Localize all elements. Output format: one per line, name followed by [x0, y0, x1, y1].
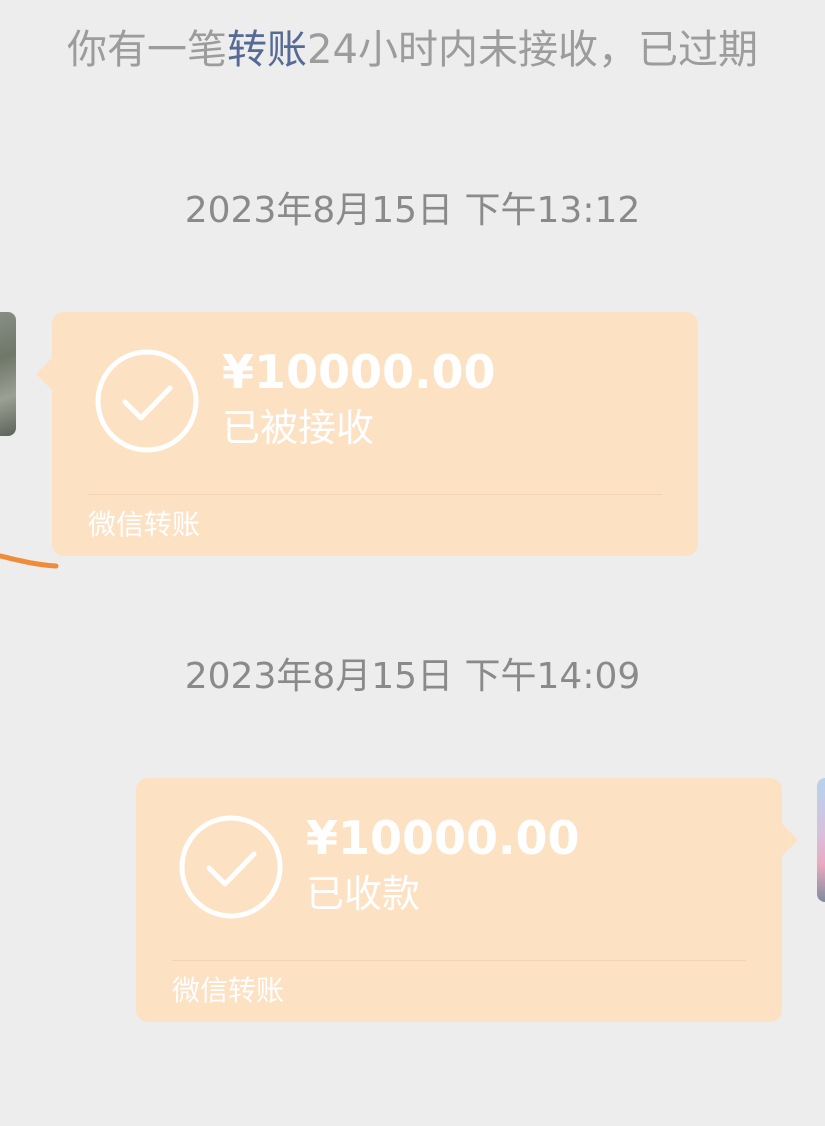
bubble-divider	[172, 960, 746, 961]
system-notice: 你有一笔转账24小时内未接收，已过期	[0, 20, 825, 80]
transfer-status: 已被接收	[222, 406, 375, 450]
bubble-tail	[36, 358, 52, 390]
transfer-bubble-received[interactable]: ¥10000.00 已被接收 微信转账	[36, 312, 698, 556]
annotation-scribble	[0, 553, 59, 569]
check-circle-icon	[95, 349, 199, 453]
timestamp: 2023年8月15日 下午14:09	[184, 656, 641, 697]
wechat-transfer-label: 微信转账	[172, 974, 285, 1007]
transfer-bubble-collected[interactable]: ¥10000.00 已收款 微信转账	[136, 778, 798, 1022]
bubble-tail	[782, 824, 798, 856]
bubble-divider	[88, 494, 662, 495]
transfer-link[interactable]: 转账	[227, 27, 307, 73]
transfer-amount: ¥10000.00	[222, 345, 496, 399]
contact-avatar[interactable]	[0, 312, 16, 436]
self-avatar[interactable]	[817, 778, 825, 902]
wechat-transfer-label: 微信转账	[88, 508, 201, 541]
transfer-status: 已收款	[306, 872, 421, 916]
check-circle-icon	[179, 815, 283, 919]
notice-prefix: 你有一笔	[67, 27, 228, 73]
transfer-amount: ¥10000.00	[306, 811, 580, 865]
notice-suffix: 24小时内未接收，已过期	[307, 27, 758, 73]
timestamp: 2023年8月15日 下午13:12	[184, 190, 641, 231]
